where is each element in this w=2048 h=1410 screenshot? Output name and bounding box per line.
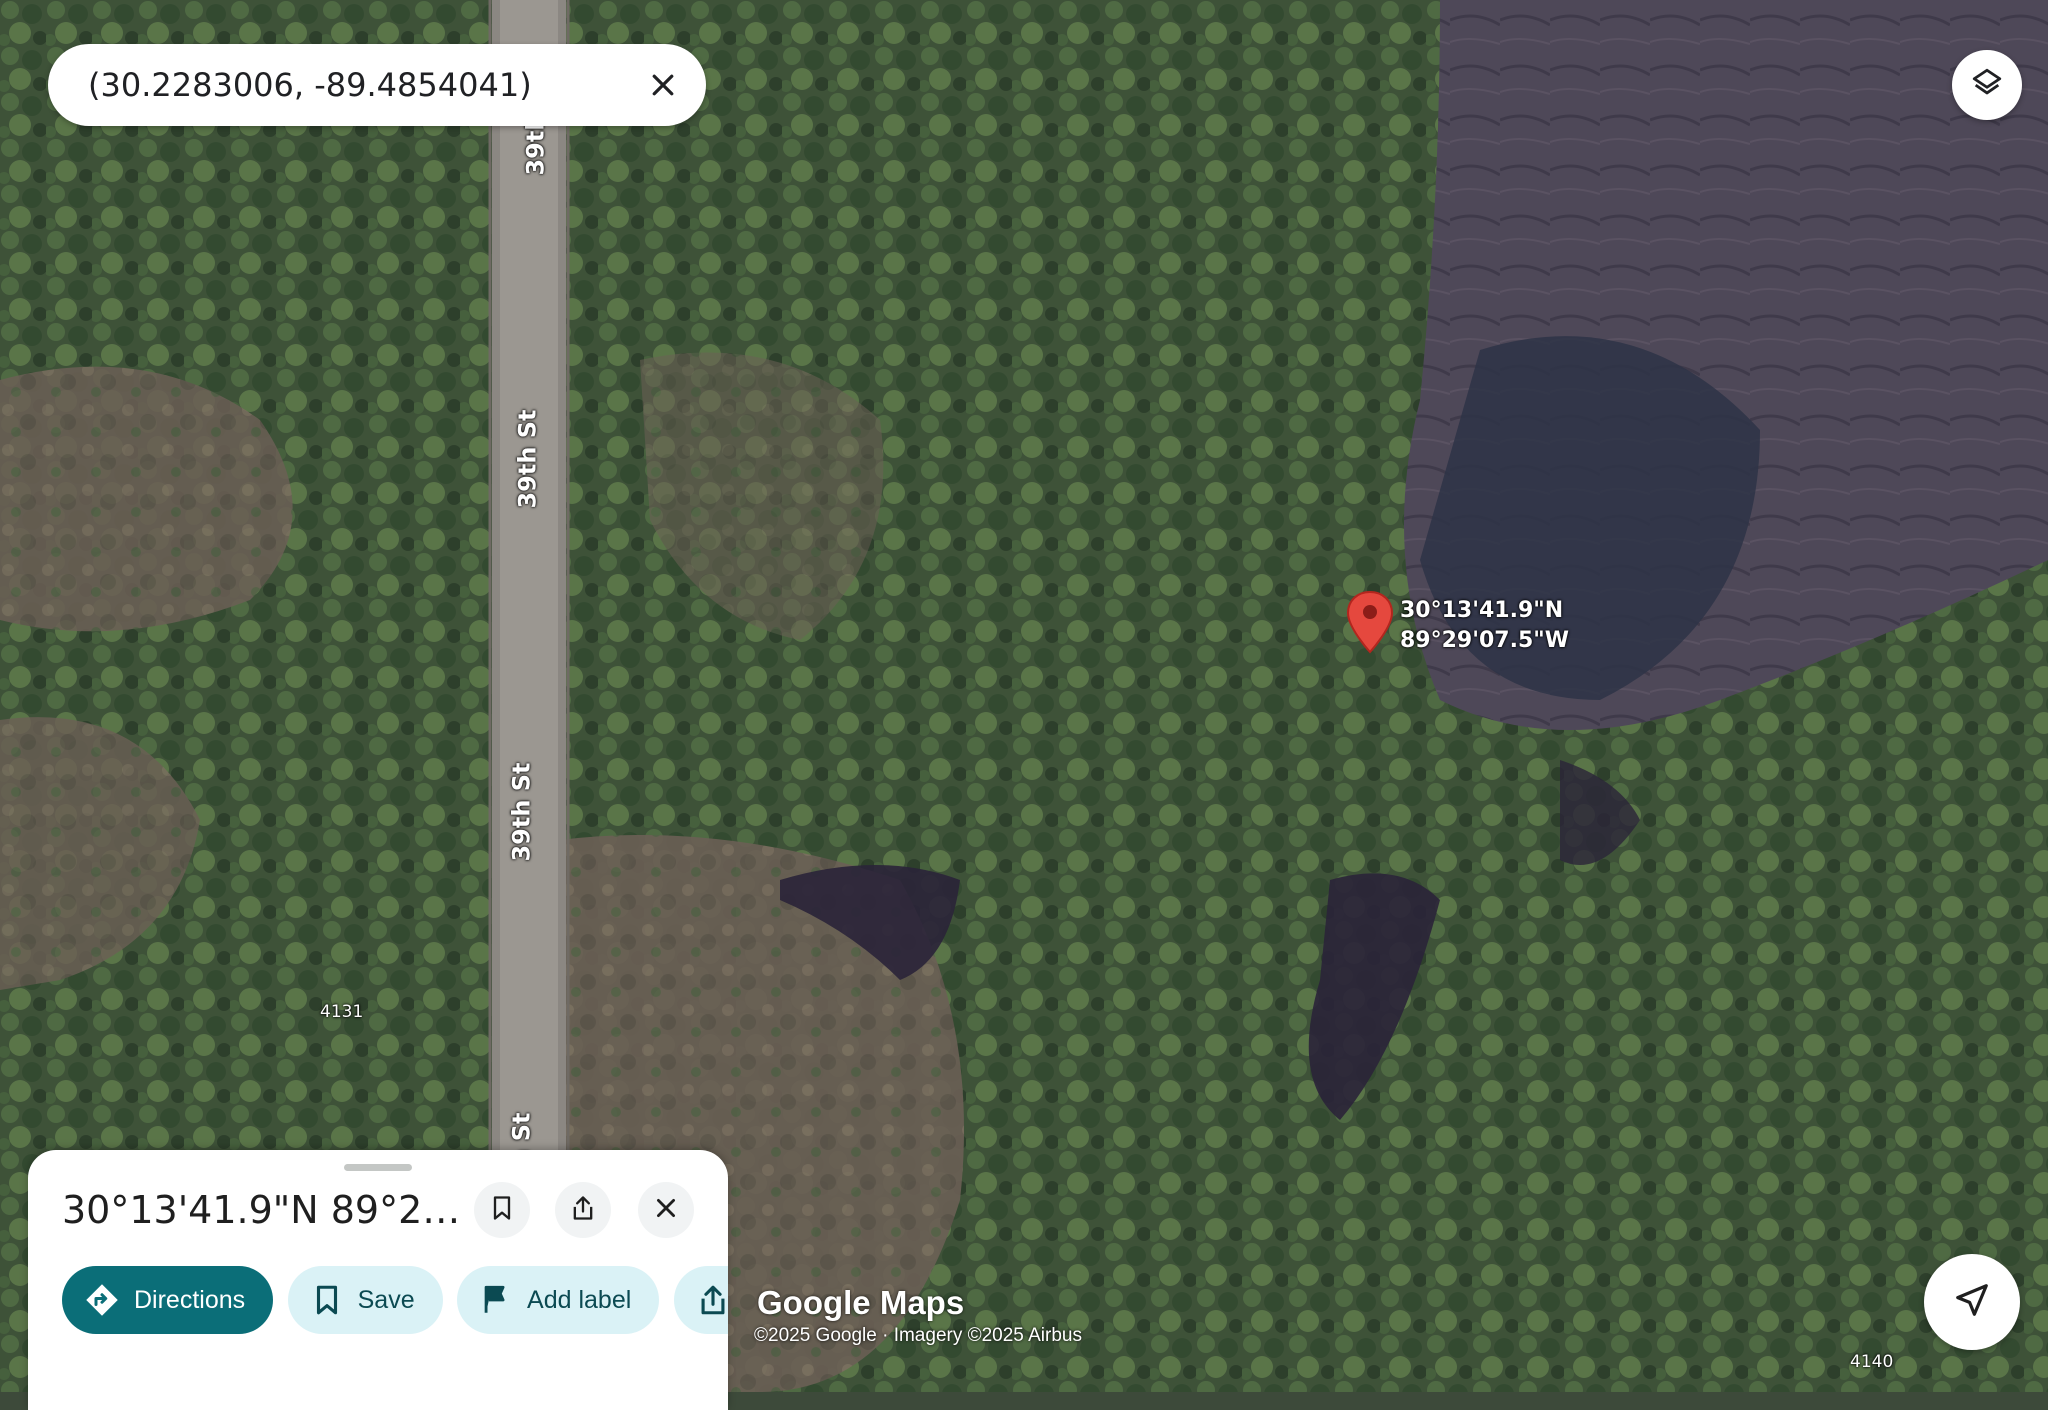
road-label-39th-st: 39th St (513, 409, 542, 509)
google-maps-watermark: Google Maps (757, 1284, 965, 1321)
navigation-arrow-icon (1953, 1281, 1991, 1324)
add-label-button[interactable]: Add label (457, 1266, 660, 1334)
add-label-label: Add label (527, 1285, 632, 1314)
save-label: Save (357, 1285, 415, 1314)
bookmark-icon (488, 1194, 516, 1227)
directions-icon (86, 1284, 118, 1316)
directions-button[interactable]: Directions (62, 1266, 274, 1334)
address-number-label: 4131 (320, 1002, 364, 1022)
search-query-text[interactable]: (30.2283006, -89.4854041) (88, 66, 648, 104)
address-number-label: 4140 (1850, 1352, 1894, 1372)
action-chip-row[interactable]: Directions Save Add label (62, 1266, 728, 1336)
sheet-title: 30°13'41.9"N 89°29'0... (62, 1188, 477, 1232)
layers-icon (1970, 66, 2004, 105)
imagery-attribution[interactable]: ©2025 Google · Imagery ©2025 Airbus (754, 1325, 1082, 1347)
my-location-button[interactable] (1924, 1254, 2020, 1350)
pin-latitude: 30°13'41.9"N (1400, 598, 1564, 623)
bookmark-icon (316, 1285, 337, 1315)
pin-longitude: 89°29'07.5"W (1400, 628, 1569, 653)
layers-button[interactable] (1952, 50, 2022, 120)
pin-coordinates-label: 30°13'41.9"N 89°29'07.5"W (1400, 596, 1569, 656)
close-icon (653, 1195, 679, 1226)
directions-label: Directions (134, 1285, 246, 1314)
close-icon[interactable] (648, 70, 678, 100)
share-chip-button[interactable] (673, 1266, 728, 1334)
save-button[interactable]: Save (287, 1266, 443, 1334)
sheet-drag-handle[interactable] (344, 1164, 412, 1171)
share-icon (701, 1285, 725, 1315)
close-sheet-button[interactable] (638, 1182, 694, 1238)
search-bar[interactable]: (30.2283006, -89.4854041) (48, 44, 706, 126)
share-icon (569, 1194, 597, 1227)
share-button[interactable] (555, 1182, 611, 1238)
dropped-pin[interactable] (1346, 590, 1394, 659)
bookmark-button[interactable] (474, 1182, 530, 1238)
flag-icon (484, 1285, 505, 1313)
map-pin-icon (1346, 590, 1394, 654)
place-bottom-sheet[interactable]: 30°13'41.9"N 89°29'0... Directions Save (28, 1150, 728, 1410)
road-label-39th-st: 39th St (507, 762, 536, 862)
